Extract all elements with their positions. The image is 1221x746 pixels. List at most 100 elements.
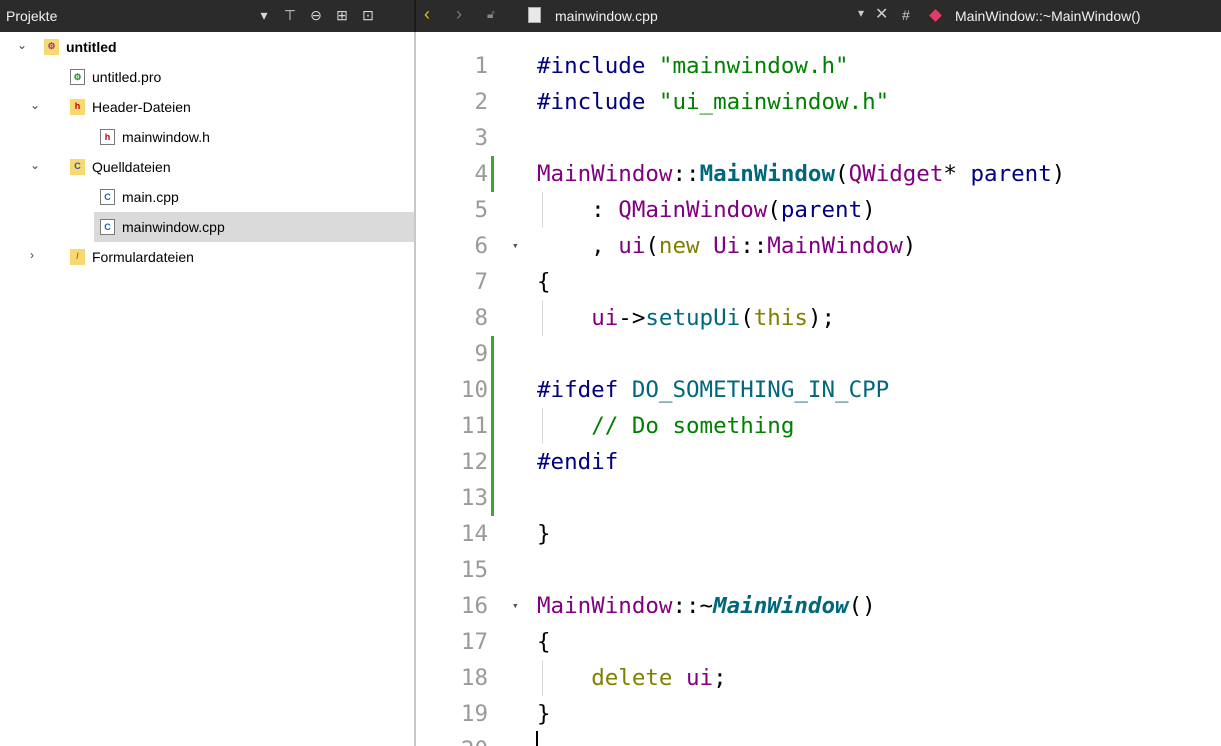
tree-item-label: mainwindow.h bbox=[122, 129, 210, 145]
split-icon[interactable]: ⊞ bbox=[334, 5, 350, 25]
indent-guide bbox=[542, 408, 543, 444]
indent-guide bbox=[542, 660, 543, 696]
code-text: #endif bbox=[537, 449, 619, 475]
line-number: 9 bbox=[474, 341, 488, 367]
code-line[interactable]: 14} bbox=[416, 516, 1221, 552]
change-marker bbox=[491, 480, 494, 516]
lock-icon[interactable]: 🔓︎ bbox=[487, 7, 495, 22]
sidebar-title: Projekte bbox=[6, 8, 58, 24]
line-number: 17 bbox=[460, 629, 488, 655]
close-document-icon[interactable]: ✕ bbox=[875, 4, 888, 24]
indent-guide bbox=[542, 192, 543, 228]
code-line[interactable]: 7{ bbox=[416, 264, 1221, 300]
change-marker bbox=[491, 372, 494, 408]
chevron-down-icon[interactable]: ⌄ bbox=[17, 38, 27, 52]
line-number: 3 bbox=[474, 125, 488, 151]
code-line[interactable]: 3 bbox=[416, 120, 1221, 156]
code-line[interactable]: 16 ▾ MainWindow::~MainWindow() bbox=[416, 588, 1221, 624]
toolbar-divider bbox=[414, 0, 416, 32]
symbol-icon bbox=[929, 9, 942, 22]
code-text: , ui(new Ui::MainWindow) bbox=[537, 233, 917, 259]
line-number: 11 bbox=[460, 413, 488, 439]
code-line[interactable]: 6 ▾ , ui(new Ui::MainWindow) bbox=[416, 228, 1221, 264]
back-arrow-icon[interactable]: ‹ bbox=[424, 4, 430, 25]
top-toolbar: Projekte ▾ ⊤ ⊖ ⊞ ⊡ ‹ › 🔓︎ mainwindow.cpp… bbox=[0, 0, 1221, 32]
tree-item-label: Header-Dateien bbox=[92, 99, 191, 115]
line-number: 8 bbox=[474, 305, 488, 331]
code-line[interactable]: 10 #ifdef DO_SOMETHING_IN_CPP bbox=[416, 372, 1221, 408]
line-number: 10 bbox=[460, 377, 488, 403]
tree-item-mainwindow-cpp[interactable]: C mainwindow.cpp bbox=[94, 212, 414, 242]
tree-item-label: main.cpp bbox=[122, 189, 179, 205]
filter-icon[interactable]: ⊤ bbox=[282, 5, 298, 25]
change-marker bbox=[491, 444, 494, 480]
line-number: 19 bbox=[460, 701, 488, 727]
code-line[interactable]: 18 delete ui; bbox=[416, 660, 1221, 696]
open-file-name[interactable]: mainwindow.cpp bbox=[555, 8, 658, 24]
cpp-file-icon bbox=[528, 7, 541, 23]
code-line[interactable]: 19} bbox=[416, 696, 1221, 732]
tree-item-untitled-pro[interactable]: ⚙ untitled.pro bbox=[0, 62, 414, 92]
close-sidebar-icon[interactable]: ⊡ bbox=[360, 5, 376, 25]
code-line[interactable]: 15 bbox=[416, 552, 1221, 588]
tree-item-main-cpp[interactable]: C main.cpp bbox=[0, 182, 414, 212]
link-icon[interactable]: ⊖ bbox=[308, 5, 324, 25]
code-line[interactable]: 8 ui->setupUi(this); bbox=[416, 300, 1221, 336]
line-number: 12 bbox=[460, 449, 488, 475]
code-text: #ifdef DO_SOMETHING_IN_CPP bbox=[537, 377, 890, 403]
project-tree: ⌄ ⚙ untitled ⚙ untitled.pro ⌄ h Header-D… bbox=[0, 32, 414, 746]
code-line[interactable]: 2 #include "ui_mainwindow.h" bbox=[416, 84, 1221, 120]
tree-item-label: Quelldateien bbox=[92, 159, 171, 175]
line-number: 13 bbox=[460, 485, 488, 511]
sidebar-toolbar-icons: ▾ ⊤ ⊖ ⊞ ⊡ bbox=[256, 5, 376, 25]
line-number: 2 bbox=[474, 89, 488, 115]
chevron-down-icon[interactable]: ⌄ bbox=[30, 158, 40, 172]
line-number: 20 bbox=[416, 732, 488, 746]
line-number: 7 bbox=[474, 269, 488, 295]
code-text: } bbox=[537, 521, 551, 547]
tree-item-form-files[interactable]: › / Formulardateien bbox=[0, 242, 414, 272]
dropdown-arrow-icon[interactable]: ▾ bbox=[256, 5, 272, 25]
line-number: 14 bbox=[460, 521, 488, 547]
code-line[interactable]: 17 { bbox=[416, 624, 1221, 660]
tree-item-mainwindow-h[interactable]: h mainwindow.h bbox=[0, 122, 414, 152]
code-text: MainWindow::~MainWindow() bbox=[537, 593, 876, 619]
tree-item-untitled[interactable]: ⌄ ⚙ untitled bbox=[0, 32, 414, 62]
code-text: MainWindow::MainWindow(QWidget* parent) bbox=[537, 161, 1066, 187]
tree-item-label: untitled bbox=[66, 39, 117, 55]
code-editor[interactable]: 1 #include "mainwindow.h" 2 #include "ui_ma… bbox=[416, 32, 1221, 746]
line-number: 15 bbox=[460, 557, 488, 583]
forward-arrow-icon[interactable]: › bbox=[456, 4, 462, 25]
source-folder-icon: C bbox=[70, 159, 85, 175]
code-line[interactable]: 1 #include "mainwindow.h" bbox=[416, 48, 1221, 84]
change-marker bbox=[491, 408, 494, 444]
code-line[interactable]: 13 bbox=[416, 480, 1221, 516]
chevron-down-icon[interactable]: ⌄ bbox=[30, 98, 40, 112]
code-text: #include "ui_mainwindow.h" bbox=[537, 89, 890, 115]
pro-file-icon: ⚙ bbox=[70, 69, 85, 85]
tree-item-header-files[interactable]: ⌄ h Header-Dateien bbox=[0, 92, 414, 122]
hash-icon[interactable]: # bbox=[902, 7, 910, 23]
text-cursor bbox=[536, 731, 538, 746]
line-number: 18 bbox=[460, 665, 488, 691]
form-folder-icon: / bbox=[70, 249, 85, 265]
code-text: { bbox=[537, 629, 551, 655]
header-folder-icon: h bbox=[70, 99, 85, 115]
code-line[interactable]: 9 bbox=[416, 336, 1221, 372]
fold-arrow-icon[interactable]: ▾ bbox=[512, 588, 519, 624]
chevron-right-icon[interactable]: › bbox=[30, 248, 34, 262]
cpp-file-icon: C bbox=[100, 219, 115, 235]
code-line[interactable]: 11 // Do something bbox=[416, 408, 1221, 444]
file-dropdown-icon[interactable]: ▾ bbox=[858, 6, 864, 20]
code-line[interactable]: 5 : QMainWindow(parent) bbox=[416, 192, 1221, 228]
tree-item-source-files[interactable]: ⌄ C Quelldateien bbox=[0, 152, 414, 182]
symbol-selector[interactable]: MainWindow::~MainWindow() bbox=[955, 8, 1141, 24]
line-number: 1 bbox=[474, 53, 488, 79]
indent-guide bbox=[542, 300, 543, 336]
line-number: 4 bbox=[474, 161, 488, 187]
fold-arrow-icon[interactable]: ▾ bbox=[512, 228, 519, 264]
code-text: // Do something bbox=[591, 413, 795, 439]
change-marker bbox=[491, 156, 494, 192]
code-line[interactable]: 12 #endif bbox=[416, 444, 1221, 480]
code-line[interactable]: 4 MainWindow::MainWindow(QWidget* parent) bbox=[416, 156, 1221, 192]
